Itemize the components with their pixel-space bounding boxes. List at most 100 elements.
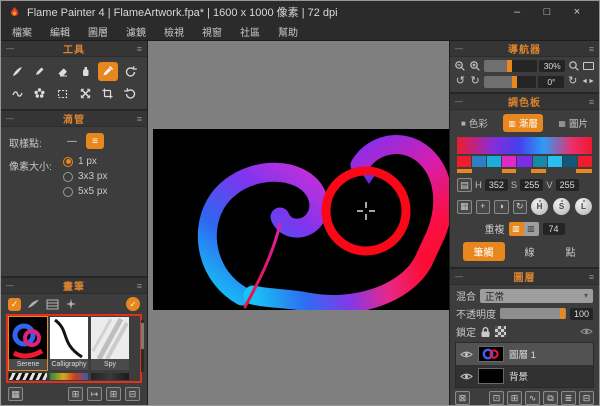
menu-layer[interactable]: 圖層	[79, 24, 117, 39]
fit-screen-icon[interactable]	[582, 59, 595, 72]
loop-button[interactable]: ↻	[513, 200, 528, 214]
panel-menu-icon[interactable]: ≡	[130, 114, 142, 124]
vector-layer-button[interactable]: ∿	[525, 391, 540, 405]
swatch[interactable]	[487, 156, 501, 167]
mode-line-tab[interactable]: 線	[514, 242, 546, 261]
eraser-tool[interactable]	[52, 62, 73, 81]
menu-community[interactable]: 社區	[231, 24, 269, 39]
collapse-icon[interactable]: —	[455, 44, 467, 53]
sparkle-filter-icon[interactable]	[65, 298, 77, 310]
gradient-stop[interactable]	[502, 169, 517, 173]
paint-tool[interactable]	[75, 62, 96, 81]
brush-calligraphy[interactable]: Calligraphy	[50, 317, 88, 370]
tab-image[interactable]: ▦圖片	[553, 114, 593, 132]
transparency-lock-icon[interactable]	[495, 326, 506, 337]
brush-stamp-filter-icon[interactable]	[46, 299, 59, 310]
gradient-stop[interactable]	[576, 169, 592, 173]
brush-check-circle-icon[interactable]: ✓	[126, 297, 140, 311]
redo-tool[interactable]	[120, 84, 141, 103]
h-value[interactable]: 352	[485, 179, 508, 191]
clear-layer-button[interactable]: ⊠	[455, 391, 470, 405]
lock-icon[interactable]	[480, 326, 491, 338]
radio-1px[interactable]: 1 px	[63, 156, 107, 167]
blend-mode-dropdown[interactable]: 正常▾	[480, 289, 593, 303]
menu-filter[interactable]: 濾鏡	[117, 24, 155, 39]
rotate-reset-icon[interactable]: ↻	[566, 75, 579, 88]
brush-spy[interactable]: Spy	[91, 317, 129, 370]
zoom-slider[interactable]	[484, 60, 537, 72]
repeat-value[interactable]: 74	[543, 223, 565, 235]
brush-serene[interactable]: Serene	[9, 317, 47, 370]
panel-menu-icon[interactable]: ≡	[130, 281, 142, 291]
swatch[interactable]	[548, 156, 562, 167]
radio-3x3px[interactable]: 3x3 px	[63, 171, 107, 182]
sample-layers-button[interactable]: ≡	[86, 133, 104, 149]
repeat-on-button[interactable]: ▥	[509, 222, 524, 236]
menu-window[interactable]: 視窗	[193, 24, 231, 39]
grid-button[interactable]: ▦	[457, 200, 472, 214]
crop-tool[interactable]	[98, 84, 119, 103]
swatch[interactable]	[502, 156, 516, 167]
brush-add-button[interactable]: ⊞	[106, 387, 121, 401]
lightness-dial[interactable]: L	[575, 198, 592, 215]
zoom-out-icon[interactable]	[454, 59, 467, 72]
brush-small-grid-button[interactable]: ⊞	[68, 387, 83, 401]
radio-5x5px[interactable]: 5x5 px	[63, 186, 107, 197]
collapse-icon[interactable]: —	[6, 114, 18, 123]
flip-horizontal-icon[interactable]: ◄►	[581, 75, 595, 88]
magnifier-icon[interactable]	[567, 59, 580, 72]
panel-menu-icon[interactable]: ≡	[582, 44, 594, 54]
panel-menu-icon[interactable]: ≡	[582, 97, 594, 107]
collapse-icon[interactable]: —	[6, 281, 18, 290]
collapse-icon[interactable]: —	[455, 272, 467, 281]
brush-partial-thumb[interactable]	[50, 373, 88, 380]
repeat-off-button[interactable]: ▥	[524, 222, 539, 236]
blur-tool[interactable]	[30, 84, 51, 103]
menu-view[interactable]: 檢視	[155, 24, 193, 39]
brush-import-button[interactable]: ↦	[87, 387, 102, 401]
menu-edit[interactable]: 編輯	[41, 24, 79, 39]
mode-stroke-tab[interactable]: 筆觸	[463, 242, 505, 261]
contrast-button[interactable]: ◑	[494, 200, 509, 214]
palette-options-button[interactable]: ▤	[457, 178, 472, 192]
undo-tool[interactable]	[120, 62, 141, 81]
add-color-button[interactable]: +	[476, 200, 491, 214]
zoom-in-icon[interactable]	[469, 59, 482, 72]
hue-dial[interactable]: H	[531, 198, 548, 215]
layer-row-background[interactable]: 背景	[456, 365, 593, 387]
tab-color[interactable]: ■色彩	[456, 114, 493, 132]
add-layer-button[interactable]: ⊞	[507, 391, 522, 405]
swatch[interactable]	[533, 156, 547, 167]
minimize-button[interactable]: –	[502, 6, 532, 18]
opacity-slider[interactable]	[500, 308, 566, 319]
duplicate-layer-button[interactable]: ⧉	[543, 391, 558, 405]
canvas[interactable]	[153, 129, 449, 310]
collapse-icon[interactable]: —	[455, 97, 467, 106]
rotation-slider[interactable]	[484, 76, 537, 88]
sample-line-button[interactable]: —	[63, 133, 81, 149]
smudge-tool[interactable]	[7, 84, 28, 103]
saturation-dial[interactable]: S	[553, 198, 570, 215]
eyedropper-tool[interactable]	[98, 62, 119, 81]
gradient-stop[interactable]	[457, 169, 472, 173]
brush-partial-thumb[interactable]	[91, 373, 129, 380]
collapse-icon[interactable]: —	[6, 44, 18, 53]
brush-grid-view-button[interactable]: ▦	[8, 387, 23, 401]
pencil-tool[interactable]	[30, 62, 51, 81]
brush-filter-checkbox[interactable]: ✓	[8, 298, 21, 311]
swatch[interactable]	[563, 156, 577, 167]
delete-layer-button[interactable]: ⊟	[579, 391, 594, 405]
menu-file[interactable]: 檔案	[3, 24, 41, 39]
brush-tool[interactable]	[7, 62, 28, 81]
brush-list-scrollbar[interactable]	[141, 320, 144, 372]
rotate-cw-icon[interactable]: ↻	[469, 75, 482, 88]
layer-row-1[interactable]: 圖層 1	[456, 343, 593, 365]
mode-dot-tab[interactable]: 點	[555, 242, 587, 261]
s-value[interactable]: 255	[520, 179, 543, 191]
close-button[interactable]: ×	[562, 6, 592, 18]
swatch[interactable]	[457, 156, 471, 167]
v-value[interactable]: 255	[556, 179, 579, 191]
rotate-ccw-icon[interactable]: ↺	[454, 75, 467, 88]
brush-stroke-filter-icon[interactable]	[27, 299, 40, 310]
eye-icon[interactable]	[460, 372, 473, 381]
